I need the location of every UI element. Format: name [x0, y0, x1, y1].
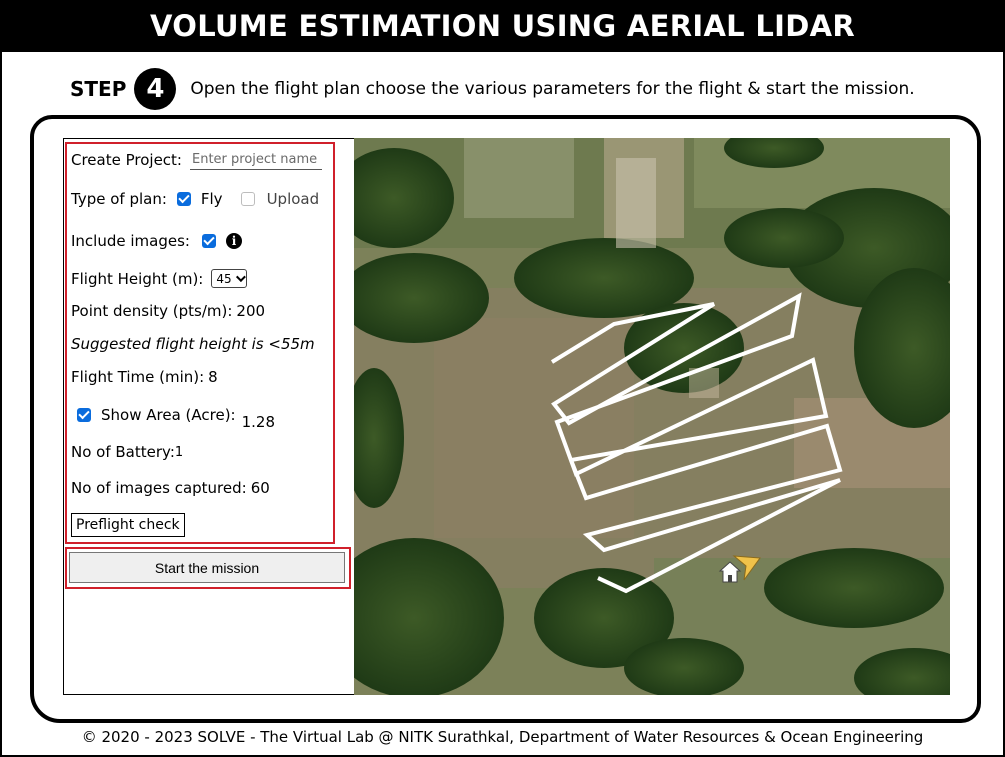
battery-value: 1	[174, 444, 184, 460]
start-mission-button[interactable]: Start the mission	[69, 552, 345, 583]
create-project-row: Create Project:	[71, 150, 322, 170]
fly-label: Fly	[200, 190, 223, 208]
area-value: 1.28	[241, 413, 276, 431]
type-of-plan-row: Type of plan: Fly Upload	[71, 190, 319, 208]
include-images-label: Include images:	[71, 232, 190, 250]
show-area-checkbox[interactable]	[77, 408, 91, 422]
flight-height-value: 45	[216, 271, 232, 286]
upload-label: Upload	[266, 190, 320, 208]
flight-time-label: Flight Time (min):	[71, 368, 205, 386]
flight-height-label: Flight Height (m):	[71, 269, 204, 288]
chevron-down-icon	[235, 272, 246, 283]
satellite-map-image	[354, 138, 950, 695]
include-images-checkbox[interactable]	[201, 234, 216, 248]
suggested-height-text: Suggested flight height is <55m	[71, 335, 315, 353]
project-name-input[interactable]	[189, 150, 322, 170]
aerial-map[interactable]	[354, 138, 950, 695]
page-title: VOLUME ESTIMATION USING AERIAL LIDAR	[0, 0, 1005, 52]
flight-time-value: 8	[208, 368, 218, 386]
battery-label: No of Battery:	[71, 443, 175, 461]
step-label: STEP	[70, 77, 127, 101]
include-images-row: Include images: i	[71, 232, 242, 250]
point-density-value: 200	[236, 302, 266, 320]
fly-checkbox[interactable]	[176, 192, 191, 206]
footer-copyright: © 2020 - 2023 SOLVE - The Virtual Lab @ …	[81, 728, 924, 746]
point-density-row: Point density (pts/m): 200	[71, 302, 265, 320]
create-project-label: Create Project:	[71, 151, 182, 169]
images-captured-value: 60	[250, 479, 270, 497]
step-instruction: Open the flight plan choose the various …	[190, 79, 915, 99]
upload-checkbox[interactable]	[240, 192, 255, 206]
flight-time-row: Flight Time (min): 8	[71, 368, 218, 386]
images-captured-label: No of images captured:	[71, 479, 247, 497]
flight-height-select[interactable]: 45	[211, 269, 247, 288]
info-icon[interactable]: i	[225, 233, 242, 249]
preflight-check-button[interactable]: Preflight check	[71, 513, 185, 537]
images-captured-row: No of images captured: 60	[71, 479, 270, 497]
type-of-plan-label: Type of plan:	[71, 190, 167, 208]
step-number-badge: 4	[134, 68, 177, 110]
show-area-label: Show Area (Acre):	[101, 406, 236, 424]
flight-height-row: Flight Height (m): 45	[71, 269, 247, 288]
battery-row: No of Battery: 1	[71, 443, 183, 461]
suggestion-row: Suggested flight height is <55m	[71, 335, 315, 353]
point-density-label: Point density (pts/m):	[71, 302, 233, 320]
show-area-row: Show Area (Acre): 1.28	[77, 406, 275, 431]
step-header: STEP 4 Open the flight plan choose the v…	[70, 68, 915, 110]
